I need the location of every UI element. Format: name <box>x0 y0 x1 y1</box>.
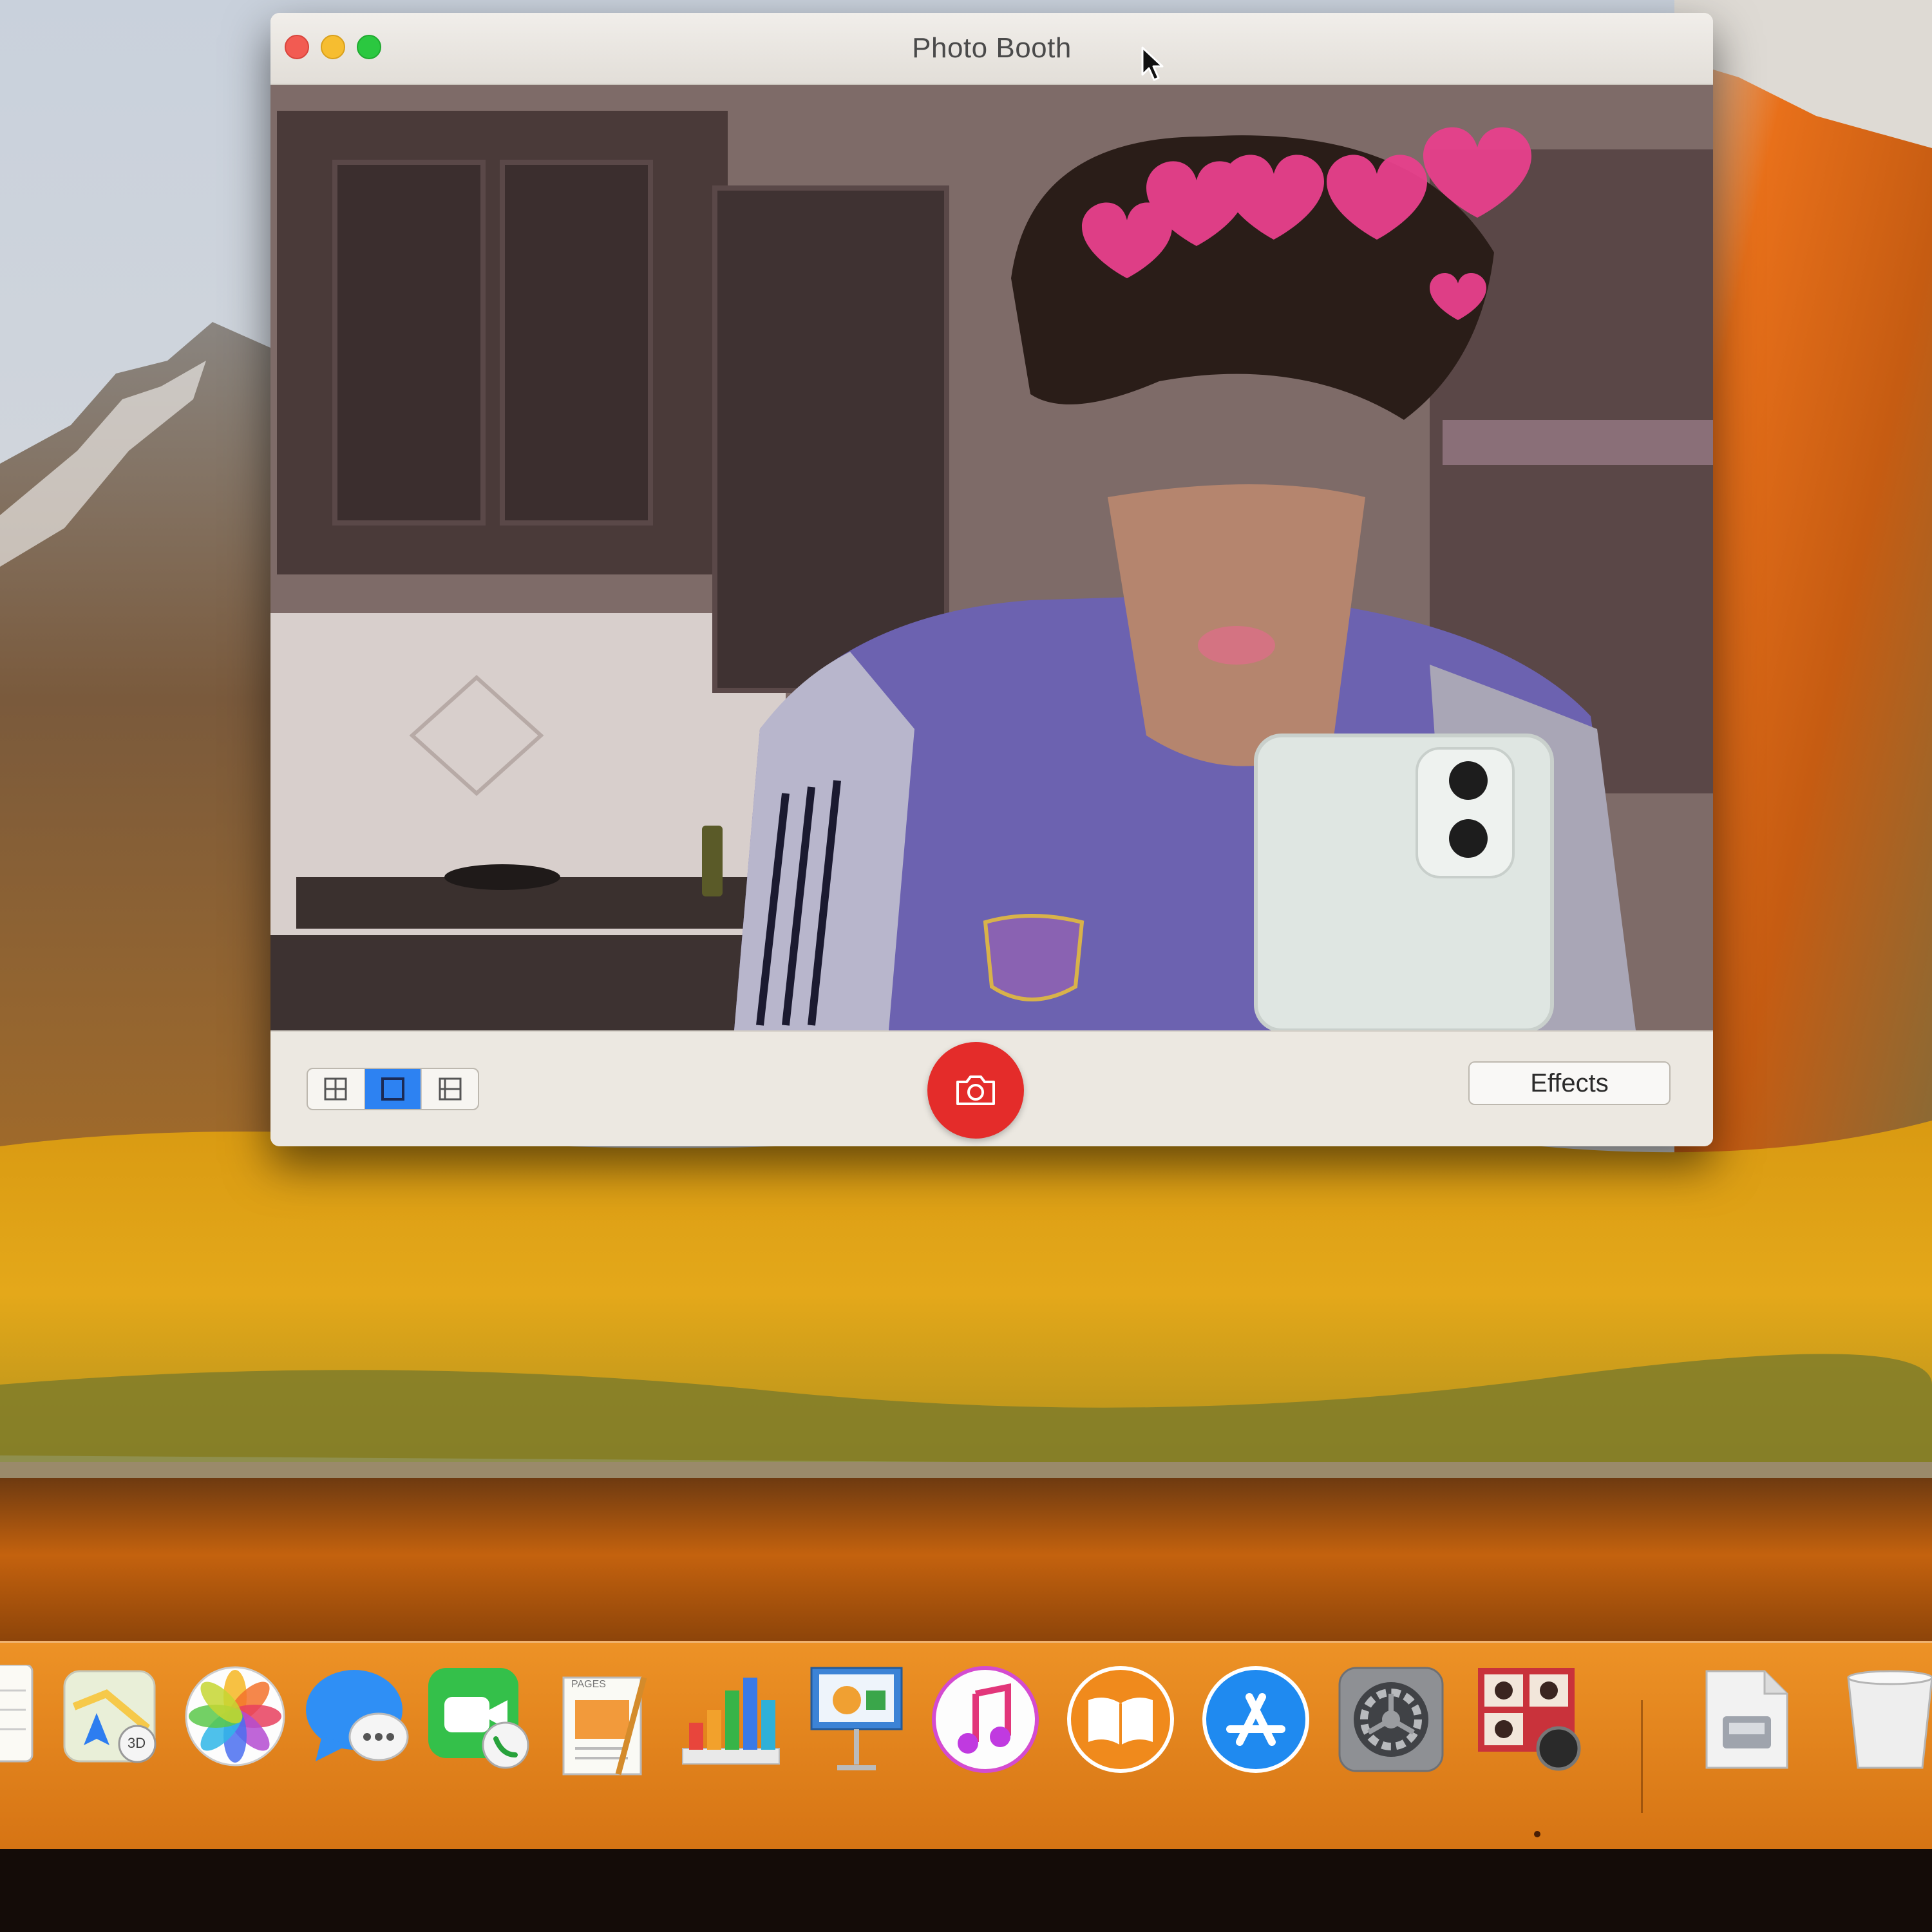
toolbar: Effects <box>270 1030 1713 1146</box>
effects-button[interactable]: Effects <box>1468 1061 1671 1105</box>
gear-icon[interactable] <box>1336 1665 1446 1774</box>
numbers-icon[interactable] <box>676 1665 786 1774</box>
trash-icon[interactable] <box>1835 1665 1932 1774</box>
books-icon[interactable] <box>1066 1665 1175 1774</box>
four-up-layout-button[interactable] <box>308 1069 365 1109</box>
window-title: Photo Booth <box>912 32 1072 64</box>
music-icon[interactable] <box>931 1665 1040 1774</box>
maps-3d-label: 3D <box>128 1735 146 1751</box>
mouse-pointer-icon <box>1141 46 1164 81</box>
filmstrip-layout-button[interactable] <box>422 1069 478 1109</box>
title-bar[interactable]: Photo Booth <box>270 13 1713 85</box>
dock-separator <box>1641 1700 1643 1813</box>
dock-item-pages[interactable]: PAGES <box>557 1671 654 1784</box>
facetime-icon[interactable] <box>425 1665 535 1774</box>
notes-icon[interactable] <box>0 1665 39 1774</box>
photo-booth-window: Photo Booth Effects <box>270 13 1713 1146</box>
photo-booth-running-indicator <box>1534 1831 1540 1837</box>
keynote-icon[interactable] <box>805 1665 914 1774</box>
maps-icon <box>63 1670 156 1763</box>
filmstrip-icon <box>439 1077 462 1101</box>
document-icon[interactable] <box>1694 1665 1803 1774</box>
camera-feed-image <box>270 85 1713 1030</box>
messages-icon[interactable] <box>303 1665 412 1774</box>
take-photo-button[interactable] <box>927 1042 1024 1139</box>
grid-icon <box>324 1077 347 1101</box>
dock-item-maps[interactable]: 3D <box>61 1668 161 1768</box>
camera-icon <box>956 1075 995 1105</box>
photos-icon[interactable] <box>184 1665 293 1774</box>
camera-preview <box>270 85 1713 1030</box>
pages-icon-caption: PAGES <box>571 1679 606 1690</box>
layout-selector <box>307 1068 479 1110</box>
single-layout-button[interactable] <box>365 1069 422 1109</box>
photo-booth-icon[interactable] <box>1475 1665 1584 1774</box>
square-icon <box>381 1077 404 1101</box>
app-store-icon[interactable] <box>1201 1665 1311 1774</box>
